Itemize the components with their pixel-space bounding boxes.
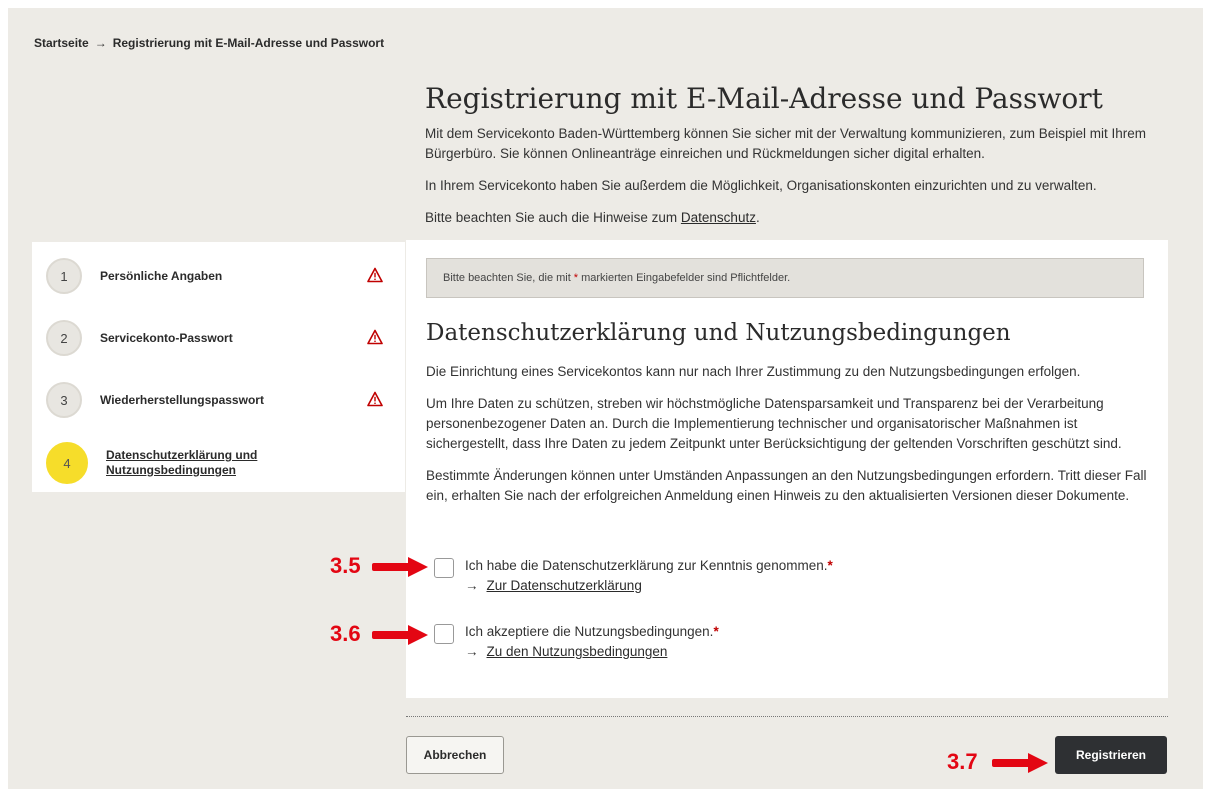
- intro-text: Mit dem Servicekonto Baden-Württemberg k…: [425, 124, 1165, 240]
- warning-icon: [367, 329, 383, 345]
- annotation-arrow-icon: [372, 557, 428, 577]
- section-paragraph-3: Bestimmte Änderungen können unter Umstän…: [426, 468, 1147, 503]
- section-paragraph-1: Die Einrichtung eines Servicekontos kann…: [426, 364, 1081, 379]
- intro-paragraph-3-end: .: [755, 210, 760, 225]
- step-2-number: 2: [46, 320, 82, 356]
- section-paragraph-2: Um Ihre Daten zu schützen, streben wir h…: [426, 396, 1122, 451]
- intro-paragraph-1: Mit dem Servicekonto Baden-Württemberg k…: [425, 126, 1147, 161]
- form-card: Bitte beachten Sie, die mit * markierten E…: [406, 240, 1168, 698]
- terms-consent-text: Ich akzeptiere die Nutzungsbedingungen.: [465, 624, 714, 639]
- privacy-policy-link-row: → Zur Datenschutzerklärung: [465, 578, 642, 593]
- step-4-number: 4: [46, 442, 88, 484]
- step-4-label-line-1: Datenschutzerklärung und: [106, 448, 258, 462]
- annotation-label-3-7: 3.7: [947, 749, 978, 774]
- step-1-label: Persönliche Angaben: [100, 268, 223, 283]
- step-3[interactable]: 3 Wiederherstellungspasswort: [46, 382, 264, 418]
- annotation-arrow-icon: [372, 625, 428, 645]
- privacy-policy-link[interactable]: Zur Datenschutzerklärung: [487, 578, 642, 593]
- required-fields-notice: Bitte beachten Sie, die mit * markierten E…: [426, 258, 1144, 298]
- privacy-consent-text: Ich habe die Datenschutzerklärung zur Ke…: [465, 558, 828, 573]
- warning-icon: [367, 391, 383, 407]
- section-title: Datenschutzerklärung und Nutzungsbedingu…: [426, 320, 1011, 346]
- terms-consent-label[interactable]: Ich akzeptiere die Nutzungsbedingungen.*: [465, 624, 719, 639]
- arrow-right-icon: →: [465, 578, 479, 593]
- intro-paragraph-2: In Ihrem Servicekonto haben Sie außerdem…: [425, 178, 1097, 193]
- annotation-arrow-icon: [992, 753, 1048, 773]
- breadcrumb-current: Registrierung mit E-Mail-Adresse und Pas…: [112, 36, 385, 50]
- step-4-label: Datenschutzerklärung und Nutzungsbedingu…: [106, 448, 257, 478]
- intro-paragraph-3: Bitte beachten Sie auch die Hinweise zum…: [425, 208, 1165, 228]
- intro-paragraph-3-text: Bitte beachten Sie auch die Hinweise zum: [425, 210, 681, 225]
- step-2-label: Servicekonto-Passwort: [100, 330, 233, 345]
- annotation-label-3-6: 3.6: [330, 621, 361, 646]
- step-4[interactable]: 4 Datenschutzerklärung und Nutzungsbedin…: [46, 442, 257, 484]
- required-asterisk: *: [713, 624, 719, 639]
- cancel-button[interactable]: Abbrechen: [406, 736, 504, 774]
- privacy-consent-label[interactable]: Ich habe die Datenschutzerklärung zur Ke…: [465, 558, 833, 573]
- page-title: Registrierung mit E-Mail-Adresse und Pas…: [425, 82, 1103, 115]
- step-navigation: 1 Persönliche Angaben 2 Servicekonto-Pas…: [32, 242, 405, 492]
- breadcrumb-home-link[interactable]: Startseite: [34, 36, 89, 50]
- annotation-label-3-5: 3.5: [330, 553, 361, 578]
- terms-consent-checkbox[interactable]: [434, 624, 454, 644]
- privacy-consent-checkbox[interactable]: [434, 558, 454, 578]
- breadcrumb-arrow-icon: →: [94, 36, 107, 50]
- arrow-right-icon: →: [465, 644, 479, 659]
- terms-link[interactable]: Zu den Nutzungsbedingungen: [487, 644, 668, 659]
- notice-text-suffix: markierten Eingabefelder sind Pflichtfel…: [581, 272, 791, 284]
- step-1-number: 1: [46, 258, 82, 294]
- step-2[interactable]: 2 Servicekonto-Passwort: [46, 320, 233, 356]
- required-asterisk: *: [827, 558, 833, 573]
- step-1[interactable]: 1 Persönliche Angaben: [46, 258, 222, 294]
- section-text: Die Einrichtung eines Servicekontos kann…: [426, 362, 1151, 518]
- register-button[interactable]: Registrieren: [1055, 736, 1167, 774]
- footer-divider: [406, 716, 1168, 717]
- terms-link-row: → Zu den Nutzungsbedingungen: [465, 644, 667, 659]
- privacy-info-link[interactable]: Datenschutz: [681, 210, 756, 225]
- step-3-label: Wiederherstellungspasswort: [100, 392, 264, 407]
- step-4-label-line-2: Nutzungsbedingungen: [106, 463, 236, 477]
- notice-text-prefix: Bitte beachten Sie, die mit: [443, 272, 571, 284]
- warning-icon: [367, 267, 383, 283]
- required-asterisk: *: [573, 272, 579, 284]
- breadcrumb: Startseite → Registrierung mit E-Mail-Adre…: [34, 36, 384, 50]
- step-3-number: 3: [46, 382, 82, 418]
